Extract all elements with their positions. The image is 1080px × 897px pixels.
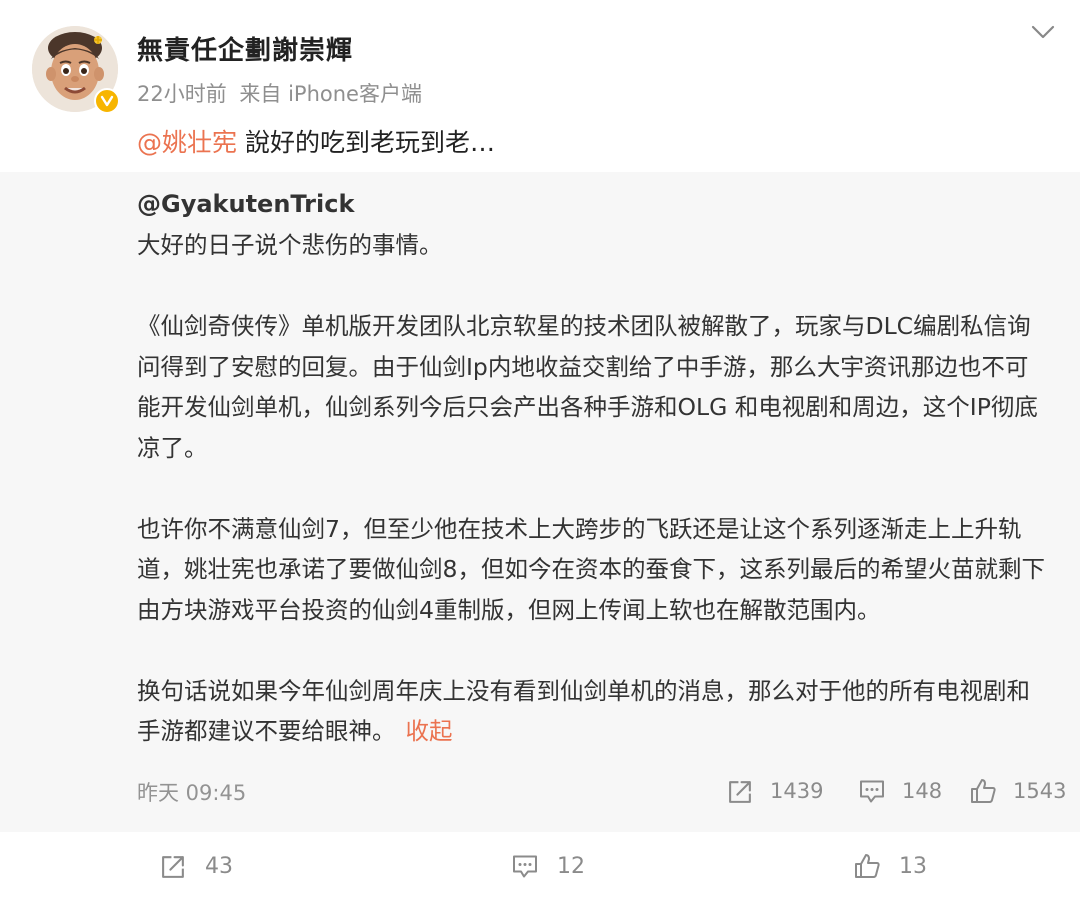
original-repost-count: 1439 xyxy=(770,779,824,803)
verified-badge-icon xyxy=(94,88,120,114)
text-line: 问得到了安慰的回复。由于仙剑Ip内地收益交割给了中手游，那么大宇资讯那边也不可 xyxy=(137,352,1029,381)
text-line xyxy=(137,630,1062,671)
text-line-last: 手游都建议不要给眼神。 收起 xyxy=(137,711,1062,752)
like-button[interactable]: 13 xyxy=(853,850,927,882)
post-actions: 43 12 13 xyxy=(0,832,1080,897)
more-options-button[interactable] xyxy=(1026,18,1060,46)
chevron-down-icon xyxy=(1031,25,1055,39)
original-like-button[interactable]: 1543 xyxy=(969,776,1066,806)
thumbs-up-icon xyxy=(971,779,996,803)
like-count: 13 xyxy=(899,853,927,879)
text-line: 《仙剑奇侠传》单机版开发团队北京软星的技术团队被解散了，玩家与DLC编剧私信询 xyxy=(137,312,1031,340)
original-author[interactable]: @GyakutenTrick xyxy=(137,190,354,218)
text-line xyxy=(137,266,1062,307)
original-like-count: 1543 xyxy=(1013,779,1067,803)
collapse-link[interactable]: 收起 xyxy=(406,717,453,745)
comment-bubble-icon xyxy=(513,855,537,877)
post-meta: 22小时前 来自 iPhone客户端 xyxy=(137,78,428,108)
text-line: 换句话说如果今年仙剑周年庆上没有看到仙剑单机的消息，那么对于他的所有电视剧和 xyxy=(137,676,1030,705)
repost-count: 43 xyxy=(205,853,233,879)
reposted-content[interactable]: @GyakutenTrick 大好的日子说个悲伤的事情。 《仙剑奇侠传》单机版开… xyxy=(0,172,1080,832)
text-line: 大好的日子说个悲伤的事情。 xyxy=(137,231,443,259)
post-time: 22小时前 xyxy=(137,82,227,106)
original-repost-button[interactable]: 1439 xyxy=(727,776,823,806)
author-name[interactable]: 無責任企劃謝崇輝 xyxy=(137,30,353,67)
original-time: 昨天 09:45 xyxy=(137,781,247,805)
comment-button[interactable]: 12 xyxy=(511,850,585,882)
text-line: 能开发仙剑单机，仙剑系列今后只会产出各种手游和OLG 和电视剧和周边，这个IP彻… xyxy=(137,393,1038,421)
original-comment-count: 148 xyxy=(902,779,943,803)
post-header: 無責任企劃謝崇輝 22小时前 来自 iPhone客户端 @姚壮宪 說好的吃到老玩… xyxy=(0,0,1080,172)
comment-text: 說好的吃到老玩到老… xyxy=(237,128,495,157)
text-line: 道，姚壮宪也承诺了要做仙剑8，但如今在资本的蚕食下，这系列最后的希望火苗就剩下 xyxy=(137,555,1045,583)
share-arrow-icon xyxy=(729,780,751,803)
thumbs-up-icon xyxy=(855,854,880,878)
mention-link[interactable]: @姚壮宪 xyxy=(137,128,237,157)
text-line xyxy=(137,468,1062,509)
original-comment-button[interactable]: 148 xyxy=(858,776,942,806)
text-line: 凉了。 xyxy=(137,433,208,462)
comment-bubble-icon xyxy=(860,780,884,802)
original-text: 大好的日子说个悲伤的事情。 《仙剑奇侠传》单机版开发团队北京软星的技术团队被解散… xyxy=(137,225,1062,752)
repost-button[interactable]: 43 xyxy=(160,850,233,882)
text-line: 也许你不满意仙剑7，但至少他在技术上大跨步的飞跃还是让这个系列逐渐走上上升轨 xyxy=(137,514,1022,543)
share-arrow-icon xyxy=(162,855,184,878)
post-source: 来自 iPhone客户端 xyxy=(239,82,422,106)
comment-count: 12 xyxy=(557,853,585,879)
text-line-last-content: 手游都建议不要给眼神。 xyxy=(137,717,396,745)
post-comment: @姚壮宪 說好的吃到老玩到老… xyxy=(137,123,495,159)
text-line: 由方块游戏平台投资的仙剑4重制版，但网上传闻上软也在解散范围内。 xyxy=(137,595,881,624)
